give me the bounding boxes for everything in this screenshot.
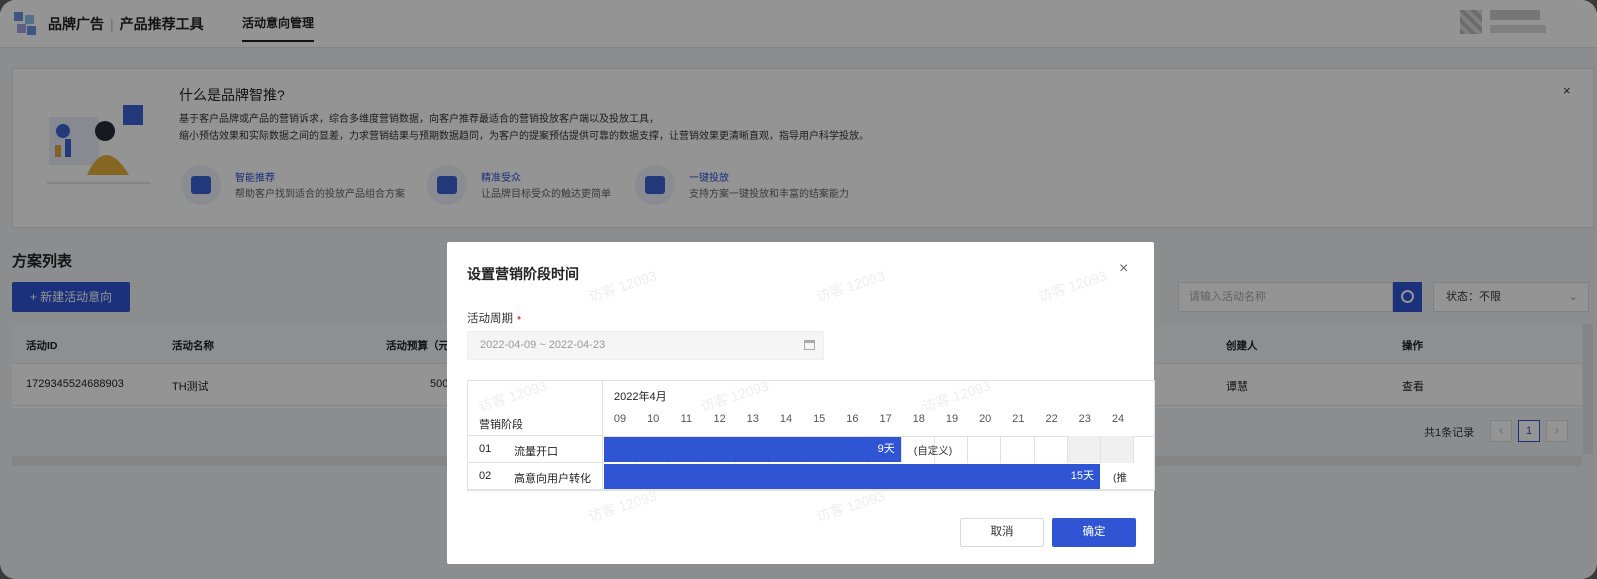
- stage-header-label: 营销阶段: [479, 419, 523, 431]
- close-icon[interactable]: ×: [1119, 260, 1128, 278]
- app-frame: 品牌广告 | 产品推荐工具 活动意向管理 什么是品牌智推? 基于客户品牌或产品的营销…: [0, 0, 1597, 579]
- gantt-day-label: 14: [779, 413, 793, 425]
- stage-bar[interactable]: 9天: [604, 437, 901, 462]
- gantt-stage-column: 营销阶段 01 流量开口 02 高意向用户转化: [468, 381, 603, 490]
- gantt-cell[interactable]: [1067, 436, 1101, 463]
- stage-name: 流量开口: [514, 446, 558, 458]
- gantt-cell[interactable]: [968, 436, 1002, 463]
- gantt-cell[interactable]: [1101, 436, 1135, 463]
- stage-time-dialog: 访客 12093 访客 12093 访客 12093 访客 12093 访客 1…: [447, 242, 1155, 564]
- watermark: 访客 12093: [1036, 267, 1109, 305]
- gantt-day-label: 15: [813, 413, 826, 425]
- gantt-day-label: 13: [746, 413, 759, 425]
- gantt-day-label: 18: [912, 413, 925, 425]
- gantt-day-label: 19: [945, 413, 959, 425]
- gantt-cell[interactable]: [1001, 436, 1035, 463]
- cancel-button[interactable]: 取消: [960, 518, 1044, 547]
- stage-bar[interactable]: 15天: [604, 464, 1100, 489]
- watermark: 访客 12093: [586, 487, 659, 525]
- calendar-icon: [804, 340, 815, 350]
- gantt-day-label: 20: [979, 413, 992, 425]
- gantt-day-label: 11: [680, 413, 693, 425]
- gantt-cell[interactable]: [1035, 436, 1068, 463]
- stage-extra-label: (自定义): [913, 445, 953, 457]
- gantt-month: 2022年4月: [614, 391, 667, 403]
- gantt-day-label: 23: [1078, 413, 1091, 425]
- stage-name: 高意向用户转化: [514, 473, 591, 485]
- confirm-button[interactable]: 确定: [1052, 518, 1136, 547]
- gantt-day-label: 21: [1012, 413, 1025, 425]
- stage-row: 02 高意向用户转化: [468, 463, 603, 490]
- dialog-title: 设置营销阶段时间: [467, 266, 579, 282]
- stage-number: 02: [479, 470, 492, 482]
- gantt-day-label: 12: [713, 413, 726, 425]
- date-range-input[interactable]: 2022-04-09 ~ 2022-04-23: [467, 331, 824, 360]
- period-label: 活动周期 •: [467, 310, 521, 326]
- watermark: 访客 12093: [814, 487, 887, 525]
- gantt-day-label: 22: [1045, 413, 1058, 425]
- watermark: 访客 12093: [814, 267, 887, 305]
- stage-number: 01: [479, 443, 492, 455]
- gantt-day-label: 10: [647, 413, 660, 425]
- watermark: 访客 12093: [586, 267, 659, 305]
- stage-gantt: 营销阶段 01 流量开口 02 高意向用户转化 2022年4月 09 10 11 12…: [467, 380, 1155, 491]
- period-label-text: 活动周期: [467, 313, 513, 325]
- gantt-stage-header: 营销阶段: [468, 381, 603, 436]
- gantt-day-label: 09: [613, 413, 627, 425]
- gantt-day-label: 17: [879, 413, 892, 425]
- stage-extra-label: (推: [1113, 472, 1127, 484]
- date-range-value: 2022-04-09 ~ 2022-04-23: [480, 339, 606, 351]
- gantt-day-label: 16: [846, 413, 859, 425]
- gantt-day-label: 24: [1111, 413, 1125, 425]
- required-mark: •: [517, 313, 522, 325]
- stage-row: 01 流量开口: [468, 436, 603, 463]
